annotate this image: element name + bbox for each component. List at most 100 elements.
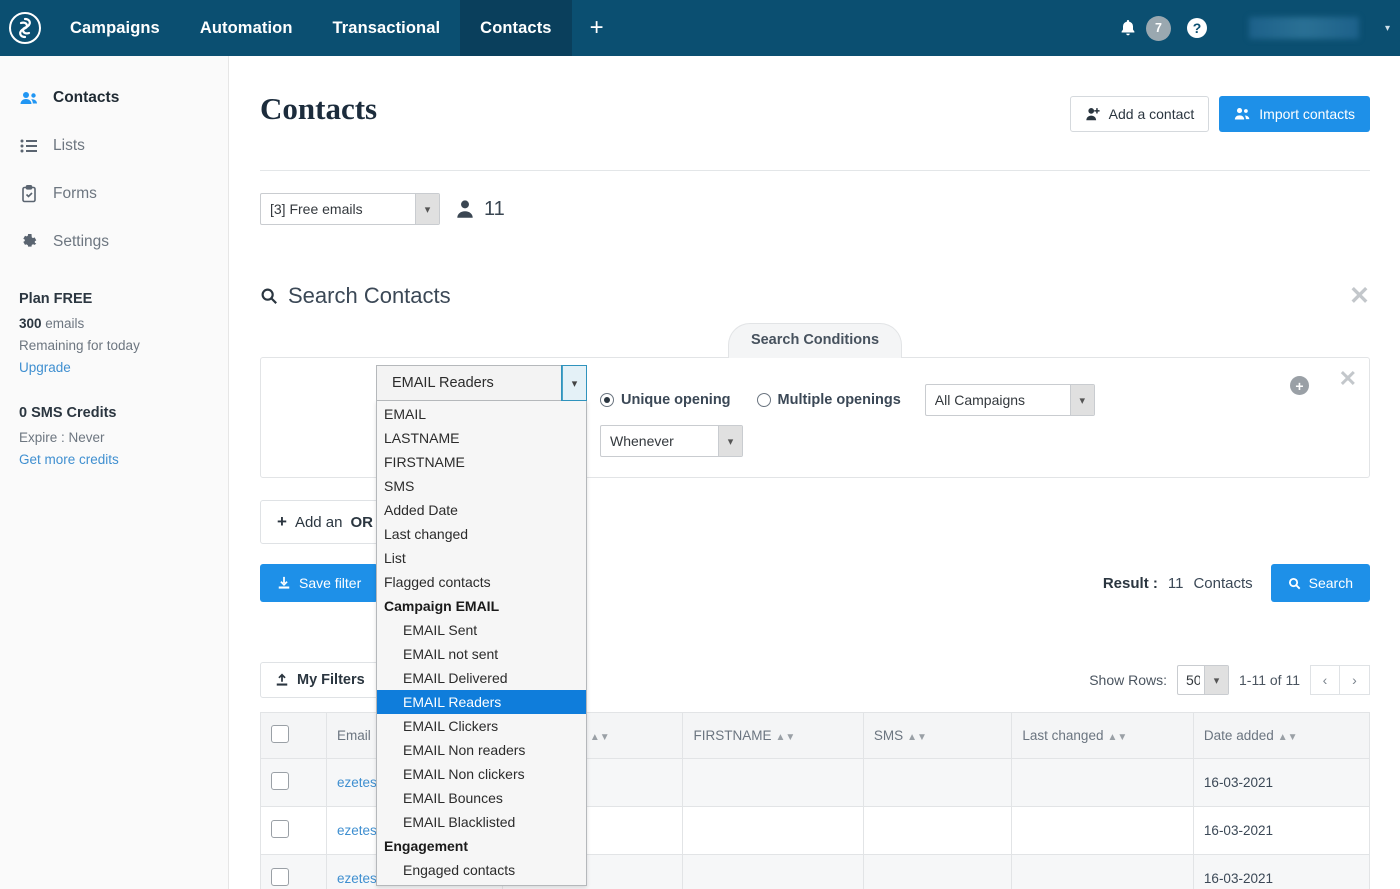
previous-page-button[interactable]: ‹ <box>1310 665 1340 695</box>
upgrade-link[interactable]: Upgrade <box>19 360 228 375</box>
save-download-icon <box>277 576 291 590</box>
row-date-added-cell: 16-03-2021 <box>1193 759 1369 807</box>
dropdown-option[interactable]: Engaged contacts <box>377 858 586 882</box>
radio-unique-opening[interactable]: Unique opening <box>600 392 731 408</box>
table-header-date-added[interactable]: Date added▲▼ <box>1193 713 1369 759</box>
dropdown-option[interactable]: EMAIL Readers <box>377 690 586 714</box>
list-filter-row: [3] Free emails ▾ 11 <box>260 171 1370 225</box>
nav-item-contacts[interactable]: Contacts <box>460 0 571 56</box>
show-rows-label: Show Rows: <box>1089 672 1167 688</box>
dropdown-option[interactable]: EMAIL Bounces <box>377 786 586 810</box>
dropdown-option[interactable]: List <box>377 546 586 570</box>
search-contacts-title: Search Contacts <box>260 283 451 309</box>
plan-emails-word: emails <box>45 316 84 331</box>
row-checkbox-cell[interactable] <box>261 855 327 889</box>
tab-label: Search Conditions <box>751 332 879 348</box>
my-filters-button[interactable]: My Filters <box>260 662 380 698</box>
dropdown-option[interactable]: EMAIL Sent <box>377 618 586 642</box>
row-checkbox[interactable] <box>271 772 289 790</box>
table-header-firstname[interactable]: FIRSTNAME▲▼ <box>683 713 863 759</box>
dropdown-option[interactable]: Flagged contacts <box>377 570 586 594</box>
tab-search-conditions[interactable]: Search Conditions <box>728 323 902 358</box>
table-header-sms[interactable]: SMS▲▼ <box>863 713 1012 759</box>
upload-icon <box>275 673 289 687</box>
plan-emails-count: 300 <box>19 316 42 331</box>
row-last-changed-cell <box>1012 855 1194 889</box>
save-filter-button[interactable]: Save filter <box>260 564 378 602</box>
dropdown-option[interactable]: EMAIL Clickers <box>377 714 586 738</box>
email-link[interactable]: ezetes <box>337 871 377 886</box>
nav-label: Campaigns <box>70 19 160 38</box>
radio-button-icon <box>600 393 614 407</box>
chevron-down-icon[interactable]: ▾ <box>1385 23 1390 34</box>
nav-label: Contacts <box>480 19 551 38</box>
save-filter-label: Save filter <box>299 575 361 591</box>
sidebar-item-settings[interactable]: Settings <box>0 218 228 266</box>
select-all-checkbox[interactable] <box>271 725 289 743</box>
dropdown-option[interactable]: SMS <box>377 474 586 498</box>
row-sms-cell <box>863 855 1012 889</box>
dropdown-option[interactable]: LASTNAME <box>377 426 586 450</box>
dropdown-option[interactable]: EMAIL <box>377 402 586 426</box>
condition-field-select[interactable]: EMAIL Readers ▾ <box>376 365 587 401</box>
show-rows-select-wrapper: 50 ▾ <box>1177 665 1229 695</box>
show-rows-select[interactable]: 50 <box>1177 665 1229 695</box>
question-mark-icon: ? <box>1185 16 1209 40</box>
dropdown-option[interactable]: FIRSTNAME <box>377 450 586 474</box>
dropdown-option[interactable]: EMAIL Non clickers <box>377 762 586 786</box>
page-actions: Add a contact Import contacts <box>1070 56 1370 132</box>
dropdown-option[interactable]: EMAIL Non readers <box>377 738 586 762</box>
list-select[interactable]: [3] Free emails <box>260 193 440 225</box>
dropdown-option[interactable]: Last changed <box>377 522 586 546</box>
plan-title: Plan FREE <box>19 291 228 307</box>
nav-item-automation[interactable]: Automation <box>180 0 313 56</box>
condition-options-column: Unique opening Multiple openings All Cam… <box>592 376 1095 457</box>
clipboard-check-icon <box>19 184 53 204</box>
result-word: Contacts <box>1193 575 1252 592</box>
add-or-bold: OR <box>350 514 373 531</box>
email-link[interactable]: ezetes <box>337 775 377 790</box>
row-checkbox[interactable] <box>271 868 289 886</box>
nav-item-transactional[interactable]: Transactional <box>313 0 461 56</box>
search-result-area: Result : 11 Contacts Search <box>1103 564 1370 602</box>
next-page-button[interactable]: › <box>1340 665 1370 695</box>
radio-multiple-openings[interactable]: Multiple openings <box>757 392 901 408</box>
row-last-changed-cell <box>1012 807 1194 855</box>
help-button[interactable]: ? <box>1185 16 1209 40</box>
row-checkbox-cell[interactable] <box>261 807 327 855</box>
search-contacts-heading: Search Contacts <box>288 283 451 309</box>
time-select-wrapper: Whenever ▾ <box>600 425 743 457</box>
campaign-select[interactable]: All Campaigns <box>925 384 1095 416</box>
add-new-button[interactable]: + <box>572 0 622 56</box>
add-a-contact-button[interactable]: Add a contact <box>1070 96 1210 132</box>
table-header-last-changed[interactable]: Last changed▲▼ <box>1012 713 1194 759</box>
dropdown-option[interactable]: Added Date <box>377 498 586 522</box>
get-more-credits-link[interactable]: Get more credits <box>19 452 228 467</box>
email-link[interactable]: ezetes <box>337 823 377 838</box>
dropdown-option[interactable]: EMAIL Delivered <box>377 666 586 690</box>
condition-field-dropdown-list[interactable]: EMAILLASTNAMEFIRSTNAMESMSAdded DateLast … <box>376 400 587 886</box>
table-header-select-all[interactable] <box>261 713 327 759</box>
sort-icon: ▲▼ <box>590 732 610 743</box>
row-checkbox-cell[interactable] <box>261 759 327 807</box>
close-search-icon[interactable]: ✕ <box>1349 284 1370 309</box>
row-checkbox[interactable] <box>271 820 289 838</box>
time-select[interactable]: Whenever <box>600 425 743 457</box>
brand-logo[interactable] <box>0 0 50 56</box>
plan-info-block: Plan FREE 300 emails Remaining for today… <box>0 266 228 467</box>
user-account-name[interactable] <box>1249 17 1359 39</box>
remove-condition-icon[interactable]: ✕ <box>1339 366 1357 392</box>
sidebar-item-contacts[interactable]: Contacts <box>0 74 228 122</box>
opening-type-radios: Unique opening Multiple openings All Cam… <box>592 376 1095 416</box>
dropdown-option[interactable]: EMAIL not sent <box>377 642 586 666</box>
notifications-button[interactable]: 7 <box>1118 16 1171 41</box>
sidebar-item-forms[interactable]: Forms <box>0 170 228 218</box>
dropdown-option[interactable]: EMAIL Blacklisted <box>377 810 586 834</box>
search-button[interactable]: Search <box>1271 564 1370 602</box>
sidebar-item-lists[interactable]: Lists <box>0 122 228 170</box>
add-condition-button[interactable]: + <box>1290 376 1309 395</box>
row-firstname-cell <box>683 855 863 889</box>
nav-item-campaigns[interactable]: Campaigns <box>50 0 180 56</box>
contacts-count-value: 11 <box>484 198 505 221</box>
import-contacts-button[interactable]: Import contacts <box>1219 96 1370 132</box>
